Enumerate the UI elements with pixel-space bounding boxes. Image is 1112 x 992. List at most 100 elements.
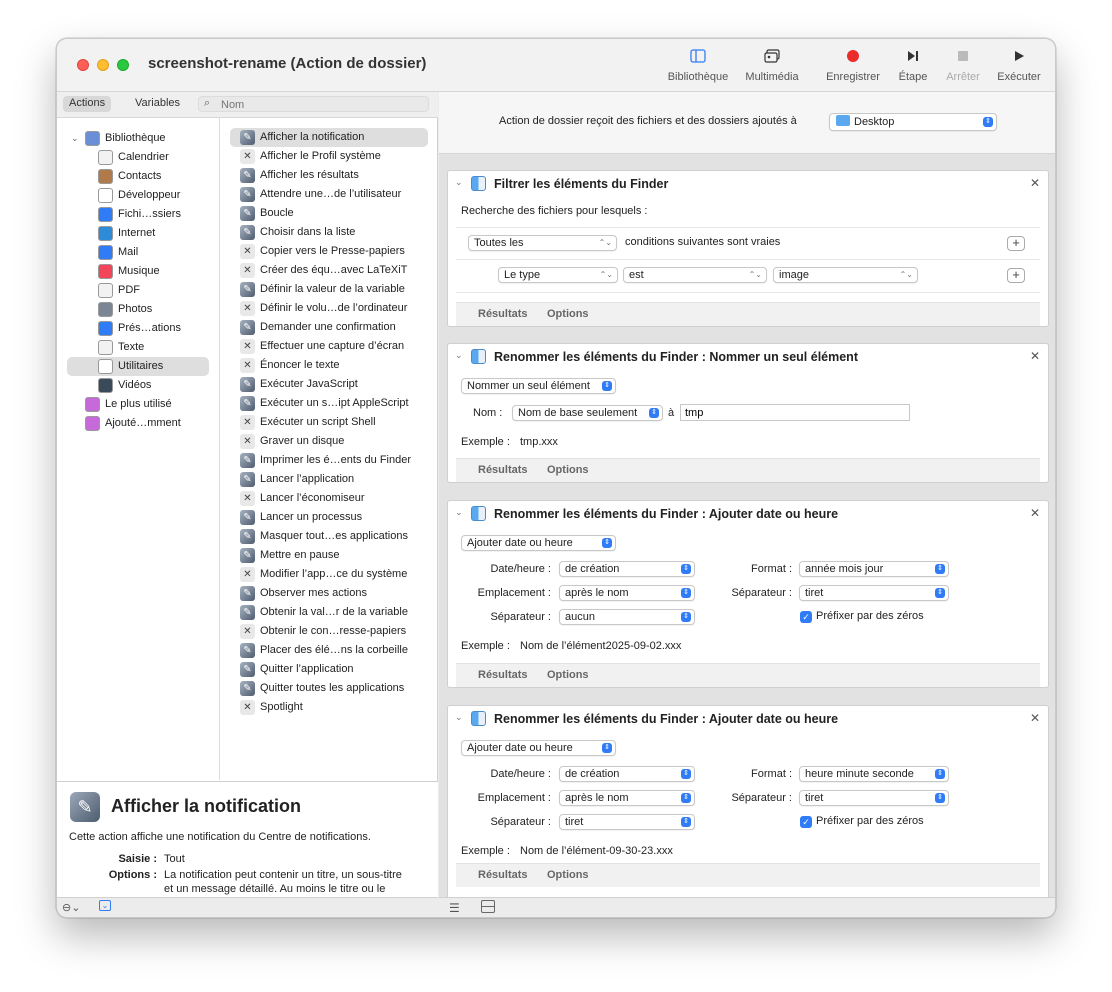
action-menu-icon[interactable]: ⊖⌄	[62, 901, 80, 914]
action-item[interactable]: ✎ Quitter l’application	[230, 660, 428, 679]
action-item[interactable]: ✕ Exécuter un script Shell	[230, 413, 428, 432]
action-item[interactable]: ✎ Mettre en pause	[230, 546, 428, 565]
action-item[interactable]: ✎ Attendre une…de l’utilisateur	[230, 185, 428, 204]
condition-field-popup[interactable]: Le type ⌃⌄	[498, 267, 618, 283]
category-item[interactable]: PDF	[57, 281, 219, 300]
condition-value-popup[interactable]: image ⌃⌄	[773, 267, 918, 283]
prefix-zeros-checkbox[interactable]: ✓	[800, 816, 812, 828]
separateur-left-popup[interactable]: tiret ⇕	[559, 814, 695, 830]
action-item[interactable]: ✎ Afficher la notification	[230, 128, 428, 147]
action-item[interactable]: ✕ Copier vers le Presse-papiers	[230, 242, 428, 261]
add-subcondition-button[interactable]: +	[1007, 268, 1025, 283]
minimize-window-button[interactable]	[97, 59, 109, 71]
bibliotheque-button[interactable]: Bibliothèque	[663, 49, 733, 89]
category-item[interactable]: Calendrier	[57, 148, 219, 167]
action-item[interactable]: ✕ Obtenir le con…resse-papiers	[230, 622, 428, 641]
arreter-button[interactable]: Arrêter	[941, 49, 985, 89]
category-item[interactable]: Contacts	[57, 167, 219, 186]
add-condition-button[interactable]: +	[1007, 236, 1025, 251]
etape-button[interactable]: Étape	[895, 49, 931, 89]
action-item[interactable]: ✎ Choisir dans la liste	[230, 223, 428, 242]
results-tab[interactable]: Résultats	[478, 308, 528, 320]
collapse-chevron-icon[interactable]: ⌄	[455, 177, 463, 188]
tab-variables[interactable]: Variables	[129, 96, 186, 112]
results-tab[interactable]: Résultats	[478, 669, 528, 681]
action-item[interactable]: ✎ Observer mes actions	[230, 584, 428, 603]
action-item[interactable]: ✕ Graver un disque	[230, 432, 428, 451]
options-tab[interactable]: Options	[547, 464, 589, 476]
nom-field[interactable]	[680, 404, 910, 421]
folder-popup[interactable]: Desktop ⇕	[829, 113, 997, 131]
action-item[interactable]: ✕ Spotlight	[230, 698, 428, 717]
action-item[interactable]: ✎ Masquer tout…es applications	[230, 527, 428, 546]
prefix-zeros-checkbox[interactable]: ✓	[800, 611, 812, 623]
multimedia-button[interactable]: Multimédia	[741, 49, 803, 89]
nom-popup[interactable]: Nom de base seulement ⇕	[512, 405, 663, 421]
action-item[interactable]: ✎ Placer des élé…ns la corbeille	[230, 641, 428, 660]
action-item[interactable]: ✕ Énoncer le texte	[230, 356, 428, 375]
category-item[interactable]: Photos	[57, 300, 219, 319]
collapse-chevron-icon[interactable]: ⌄	[455, 350, 463, 361]
list-view-icon[interactable]: ☰	[449, 901, 460, 915]
rename-mode-popup[interactable]: Ajouter date ou heure ⇕	[461, 535, 616, 551]
collapse-chevron-icon[interactable]: ⌄	[455, 507, 463, 518]
action-item[interactable]: ✎ Boucle	[230, 204, 428, 223]
close-icon[interactable]: ✕	[1030, 506, 1040, 520]
category-item[interactable]: Texte	[57, 338, 219, 357]
close-window-button[interactable]	[77, 59, 89, 71]
enregistrer-button[interactable]: Enregistrer	[821, 49, 885, 89]
action-item[interactable]: ✕ Effectuer une capture d’écran	[230, 337, 428, 356]
dateheure-popup[interactable]: de création ⇕	[559, 766, 695, 782]
category-item[interactable]: Prés…ations	[57, 319, 219, 338]
description-toggle-icon[interactable]: ⌄	[99, 900, 111, 911]
category-item[interactable]: Vidéos	[57, 376, 219, 395]
zoom-window-button[interactable]	[117, 59, 129, 71]
results-tab[interactable]: Résultats	[478, 464, 528, 476]
close-icon[interactable]: ✕	[1030, 349, 1040, 363]
category-item[interactable]: Utilitaires	[67, 357, 209, 376]
emplacement-popup[interactable]: après le nom ⇕	[559, 585, 695, 601]
category-item[interactable]: ⌄ Bibliothèque	[57, 129, 219, 148]
category-item[interactable]: Mail	[57, 243, 219, 262]
category-item[interactable]: Internet	[57, 224, 219, 243]
action-item[interactable]: ✎ Demander une confirmation	[230, 318, 428, 337]
collapse-chevron-icon[interactable]: ⌄	[455, 712, 463, 723]
action-item[interactable]: ✎ Afficher les résultats	[230, 166, 428, 185]
dateheure-popup[interactable]: de création ⇕	[559, 561, 695, 577]
action-item[interactable]: ✕ Créer des équ…avec LaTeXiT	[230, 261, 428, 280]
action-item[interactable]: ✎ Quitter toutes les applications	[230, 679, 428, 698]
search-input[interactable]	[221, 98, 421, 111]
tab-actions[interactable]: Actions	[63, 96, 112, 112]
rename-mode-popup[interactable]: Nommer un seul élément ⇕	[461, 378, 616, 394]
options-tab[interactable]: Options	[547, 308, 589, 320]
action-item[interactable]: ✎ Imprimer les é…ents du Finder	[230, 451, 428, 470]
action-item[interactable]: ✕ Afficher le Profil système	[230, 147, 428, 166]
close-icon[interactable]: ✕	[1030, 711, 1040, 725]
options-tab[interactable]: Options	[547, 669, 589, 681]
category-item[interactable]: Le plus utilisé	[57, 395, 219, 414]
format-popup[interactable]: année mois jour ⇕	[799, 561, 949, 577]
emplacement-popup[interactable]: après le nom ⇕	[559, 790, 695, 806]
action-item[interactable]: ✎ Obtenir la val…r de la variable	[230, 603, 428, 622]
action-item[interactable]: ✎ Exécuter un s…ipt AppleScript	[230, 394, 428, 413]
options-tab[interactable]: Options	[547, 869, 589, 881]
results-tab[interactable]: Résultats	[478, 869, 528, 881]
format-popup[interactable]: heure minute seconde ⇕	[799, 766, 949, 782]
separateur-right-popup[interactable]: tiret ⇕	[799, 790, 949, 806]
condition-operator-popup[interactable]: est ⌃⌄	[623, 267, 767, 283]
category-item[interactable]: Musique	[57, 262, 219, 281]
separateur-right-popup[interactable]: tiret ⇕	[799, 585, 949, 601]
action-item[interactable]: ✕ Lancer l’économiseur	[230, 489, 428, 508]
disclosure-chevron-icon[interactable]: ⌄	[71, 129, 79, 148]
category-item[interactable]: Développeur	[57, 186, 219, 205]
action-item[interactable]: ✎ Définir la valeur de la variable	[230, 280, 428, 299]
executer-button[interactable]: Exécuter	[993, 49, 1045, 89]
action-item[interactable]: ✕ Modifier l’app…ce du système	[230, 565, 428, 584]
match-popup[interactable]: Toutes les ⌃⌄	[468, 235, 617, 251]
action-item[interactable]: ✎ Exécuter JavaScript	[230, 375, 428, 394]
category-item[interactable]: Fichi…ssiers	[57, 205, 219, 224]
log-view-icon[interactable]	[481, 900, 495, 913]
action-item[interactable]: ✕ Définir le volu…de l’ordinateur	[230, 299, 428, 318]
rename-mode-popup[interactable]: Ajouter date ou heure ⇕	[461, 740, 616, 756]
category-item[interactable]: Ajouté…mment	[57, 414, 219, 433]
